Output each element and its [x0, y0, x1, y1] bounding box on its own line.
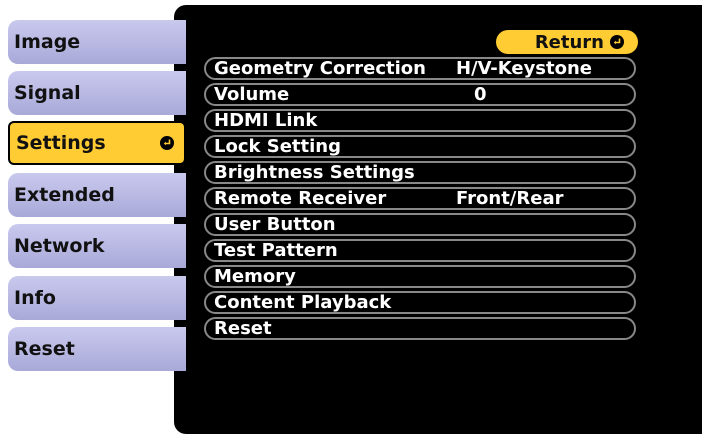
tab-extended[interactable]: Extended [8, 173, 186, 217]
tab-signal-label: Signal [14, 82, 81, 104]
projector-menu: Image Signal Settings Extended Network I… [0, 0, 702, 434]
tab-settings-label: Settings [16, 132, 106, 154]
menu-item-user-button[interactable]: User Button [204, 213, 636, 236]
tab-extended-label: Extended [14, 184, 115, 206]
return-button[interactable]: Return [496, 30, 638, 54]
menu-item-lock-setting[interactable]: Lock Setting [204, 135, 636, 158]
menu-item-memory[interactable]: Memory [204, 265, 636, 288]
tab-network-label: Network [14, 235, 105, 257]
menu-item-remote-receiver[interactable]: Remote Receiver Front/Rear [204, 187, 636, 210]
menu-item-label: Volume [214, 84, 290, 105]
return-button-label: Return [534, 31, 604, 53]
menu-item-geometry-correction[interactable]: Geometry Correction H/V-Keystone [204, 57, 636, 80]
menu-item-label: User Button [214, 214, 336, 235]
menu-item-reset[interactable]: Reset [204, 317, 636, 340]
tab-signal[interactable]: Signal [8, 71, 186, 115]
menu-item-label: Remote Receiver [214, 188, 387, 209]
tab-reset-label: Reset [14, 338, 75, 360]
menu-item-value: Front/Rear [456, 188, 564, 209]
menu-item-value: 0 [474, 84, 487, 105]
tab-info-label: Info [14, 287, 56, 309]
enter-icon [610, 35, 624, 49]
tab-settings[interactable]: Settings [8, 121, 186, 165]
menu-item-label: Reset [214, 318, 272, 339]
tab-info[interactable]: Info [8, 276, 186, 320]
menu-item-label: Test Pattern [214, 240, 338, 261]
menu-item-label: HDMI Link [214, 110, 318, 131]
enter-icon [160, 136, 174, 150]
menu-item-volume[interactable]: Volume 0 [204, 83, 636, 106]
menu-item-value: H/V-Keystone [456, 58, 593, 79]
tab-network[interactable]: Network [8, 224, 186, 268]
menu-item-label: Memory [214, 266, 296, 287]
tab-reset[interactable]: Reset [8, 327, 186, 371]
menu-item-test-pattern[interactable]: Test Pattern [204, 239, 636, 262]
menu-item-label: Lock Setting [214, 136, 341, 157]
tab-image-label: Image [14, 31, 81, 53]
tab-image[interactable]: Image [8, 20, 186, 64]
menu-item-brightness-settings[interactable]: Brightness Settings [204, 161, 636, 184]
menu-item-hdmi-link[interactable]: HDMI Link [204, 109, 636, 132]
menu-item-label: Brightness Settings [214, 162, 415, 183]
menu-item-content-playback[interactable]: Content Playback [204, 291, 636, 314]
menu-item-label: Geometry Correction [214, 58, 426, 79]
menu-item-label: Content Playback [214, 292, 392, 313]
